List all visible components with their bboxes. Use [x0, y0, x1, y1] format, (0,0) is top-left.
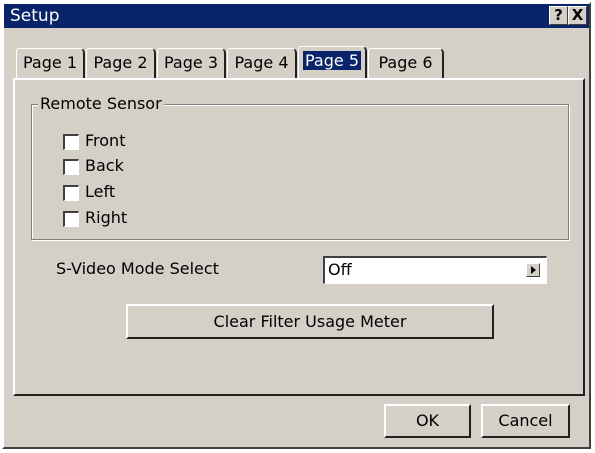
window-title: Setup — [10, 6, 60, 26]
tab-page-4[interactable]: Page 4 — [227, 48, 297, 78]
tab-page-5[interactable]: Page 5 — [298, 46, 367, 78]
ok-button[interactable]: OK — [384, 404, 471, 438]
back-label: Back — [85, 156, 124, 175]
tab-page-6[interactable]: Page 6 — [368, 48, 444, 78]
front-label: Front — [85, 131, 126, 150]
tab-page-2[interactable]: Page 2 — [86, 48, 156, 78]
title-bar[interactable]: Setup ? X — [4, 4, 589, 28]
svideo-mode-value: Off — [328, 260, 352, 279]
svideo-mode-select[interactable]: Off — [323, 256, 547, 284]
tab-label: Page 5 — [303, 51, 361, 70]
left-checkbox[interactable] — [63, 185, 79, 201]
help-button[interactable]: ? — [549, 6, 568, 25]
right-label: Right — [85, 208, 128, 227]
svideo-mode-label: S-Video Mode Select — [56, 259, 219, 278]
tab-label: Page 1 — [23, 53, 77, 72]
right-checkbox[interactable] — [63, 211, 79, 227]
tab-page-1[interactable]: Page 1 — [16, 48, 85, 78]
cancel-button[interactable]: Cancel — [481, 404, 570, 438]
tab-label: Page 4 — [234, 53, 289, 72]
clear-filter-usage-meter-button[interactable]: Clear Filter Usage Meter — [126, 304, 494, 339]
tab-label: Page 2 — [93, 53, 148, 72]
tab-page-3[interactable]: Page 3 — [157, 48, 226, 78]
tab-label: Page 3 — [164, 53, 218, 72]
remote-sensor-label: Remote Sensor — [38, 94, 164, 114]
back-checkbox[interactable] — [63, 159, 79, 175]
left-label: Left — [85, 182, 116, 201]
dropdown-arrow-icon[interactable] — [526, 263, 540, 277]
close-button[interactable]: X — [568, 6, 587, 25]
tab-label: Page 6 — [378, 53, 433, 72]
front-checkbox[interactable] — [63, 134, 79, 150]
